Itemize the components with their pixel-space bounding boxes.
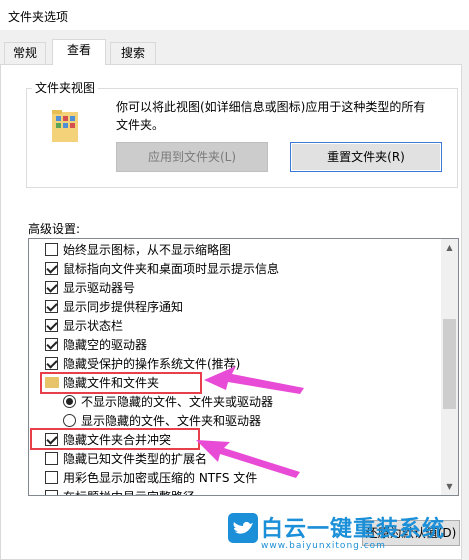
window-title: 文件夹选项 (8, 10, 69, 24)
checkbox-hide-empty-drives[interactable] (45, 338, 58, 351)
tab-view[interactable]: 查看 (52, 39, 106, 65)
checkbox-show-full-path[interactable] (45, 490, 58, 495)
radio-dont-show-hidden[interactable] (63, 395, 76, 408)
watermark-url: www.baiyunxitong.com (261, 541, 386, 551)
scroll-down-icon[interactable]: ▼ (441, 478, 458, 495)
reset-folders-button[interactable]: 重置文件夹(R) (290, 142, 442, 172)
advanced-settings-label: 高级设置: (28, 222, 81, 236)
apply-to-folders-button: 应用到文件夹(L) (116, 142, 268, 172)
title-bar: 文件夹选项 (0, 0, 469, 30)
watermark-text: 白云一键重装系统 (261, 517, 446, 542)
highlight-box-merge-conflicts (30, 428, 200, 450)
folder-view-label: 文件夹视图 (32, 79, 99, 96)
list-item: 始终显示图标，从不显示缩略图 (63, 243, 232, 257)
list-item: 鼠标指向文件夹和桌面项时显示提示信息 (63, 262, 280, 276)
list-item: 显示状态栏 (63, 319, 124, 333)
bird-logo-icon (228, 513, 258, 543)
checkbox-show-pop-up-description[interactable] (45, 262, 58, 275)
scroll-up-icon[interactable]: ▲ (441, 239, 458, 256)
tab-search-label: 搜索 (120, 46, 145, 60)
list-item: 显示同步提供程序通知 (63, 300, 184, 314)
list-item: 在标题栏中显示完整路径 (63, 488, 195, 495)
checkbox-show-ntfs-color[interactable] (45, 471, 58, 484)
list-scrollbar[interactable]: ▲ ▼ (441, 239, 458, 495)
description-line-2: 文件夹。 (116, 118, 165, 132)
list-item: 隐藏已知文件类型的扩展名 (63, 452, 208, 466)
list-item: 显示驱动器号 (63, 281, 136, 295)
checkbox-show-drive-letters[interactable] (45, 281, 58, 294)
list-item: 隐藏空的驱动器 (63, 338, 148, 352)
checkbox-hide-protected-os-files[interactable] (45, 357, 58, 370)
description-line-1: 你可以将此视图(如详细信息或图标)应用于这种类型的所有 (116, 100, 426, 114)
tab-search[interactable]: 搜索 (110, 42, 156, 64)
folder-view-description: 你可以将此视图(如详细信息或图标)应用于这种类型的所有 文件夹。 (116, 98, 456, 134)
radio-show-hidden[interactable] (63, 414, 76, 427)
checkbox-hide-extensions[interactable] (45, 452, 58, 465)
checkbox-show-sync-notifications[interactable] (45, 300, 58, 313)
tab-general-label: 常规 (12, 46, 37, 60)
folder-view-icon (52, 110, 78, 142)
checkbox-always-show-icons[interactable] (45, 243, 58, 256)
scroll-thumb[interactable] (443, 319, 456, 409)
highlight-box-hidden-files (40, 372, 202, 394)
watermark: 白云一键重装系统 www.baiyunxitong.com (228, 505, 469, 560)
list-item: 用彩色显示加密或压缩的 NTFS 文件 (63, 471, 258, 485)
advanced-settings-list[interactable]: 始终显示图标，从不显示缩略图 鼠标指向文件夹和桌面项时显示提示信息 显示驱动器号… (28, 238, 459, 496)
tab-general[interactable]: 常规 (4, 42, 46, 64)
tab-view-label: 查看 (66, 43, 91, 57)
checkbox-show-status-bar[interactable] (45, 319, 58, 332)
list-item: 不显示隐藏的文件、文件夹或驱动器 (81, 395, 274, 409)
list-item: 隐藏受保护的操作系统文件(推荐) (63, 357, 241, 371)
